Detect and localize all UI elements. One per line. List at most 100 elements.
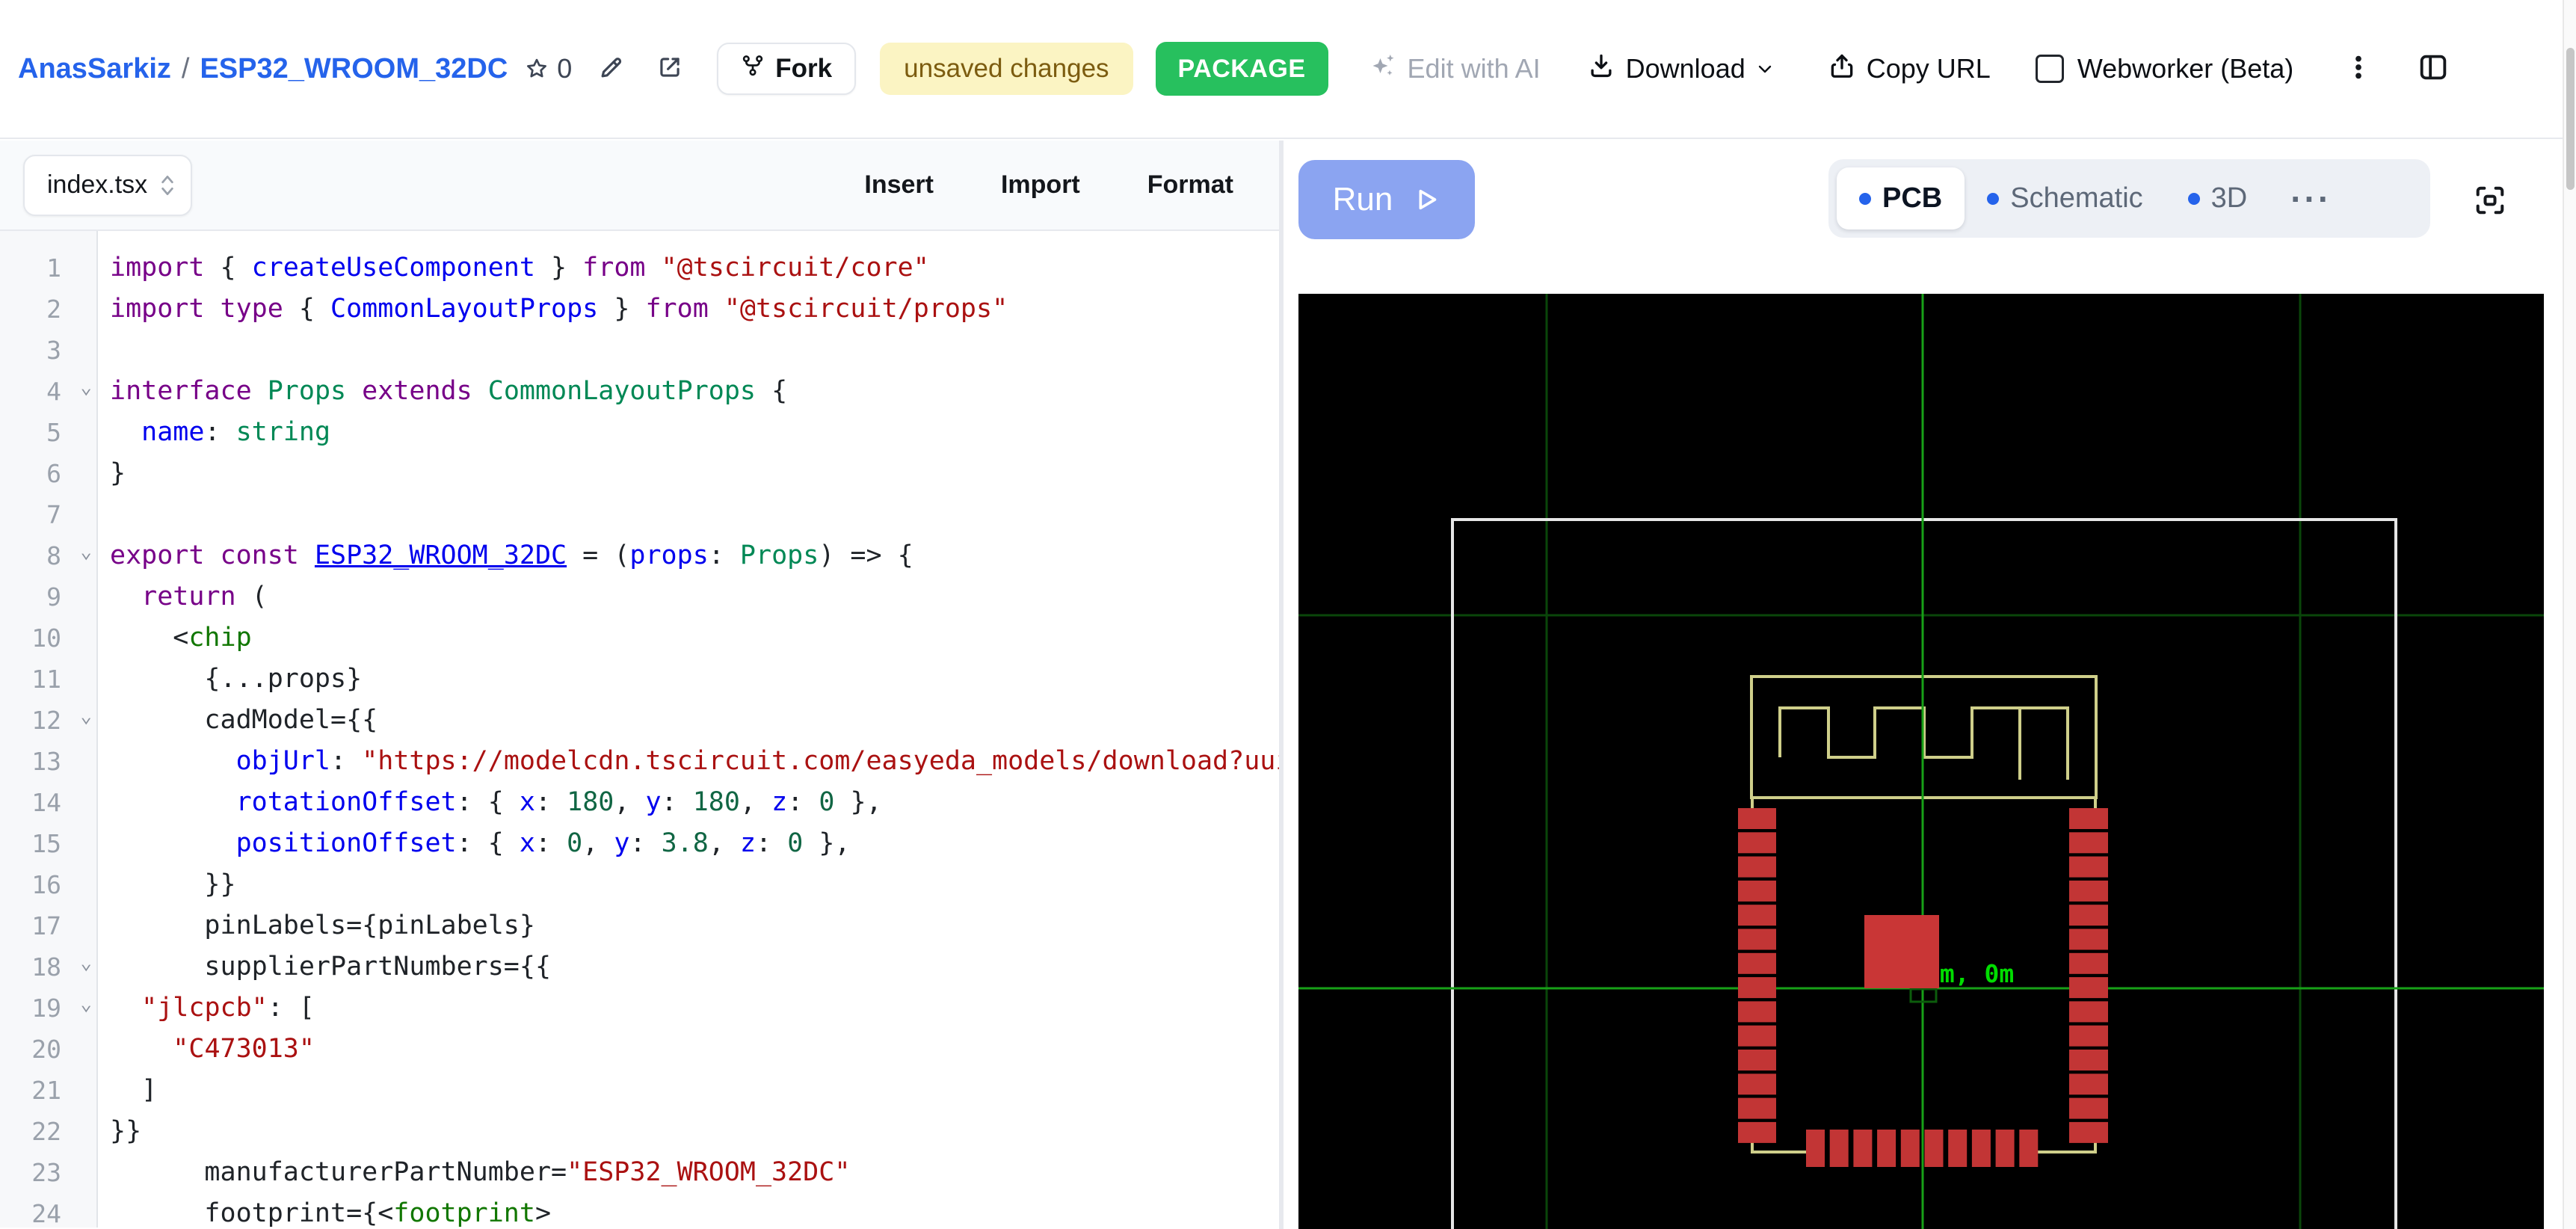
open-external-button[interactable] bbox=[656, 53, 684, 85]
fold-chevron-icon[interactable]: ⌄ bbox=[80, 994, 92, 1014]
pad-left bbox=[1738, 881, 1776, 902]
menu-format[interactable]: Format bbox=[1147, 170, 1233, 200]
line-number[interactable]: 11 bbox=[0, 659, 96, 700]
line-number[interactable]: 19⌄ bbox=[0, 988, 96, 1029]
run-button[interactable]: Run bbox=[1298, 160, 1475, 239]
code-line[interactable]: cadModel={{ bbox=[110, 700, 1279, 741]
fold-chevron-icon[interactable]: ⌄ bbox=[80, 542, 92, 561]
code-line[interactable]: ] bbox=[110, 1070, 1279, 1111]
copy-url-label: Copy URL bbox=[1867, 53, 1991, 84]
code-line[interactable]: positionOffset: { x: 0, y: 3.8, z: 0 }, bbox=[110, 823, 1279, 864]
pad-left bbox=[1738, 977, 1776, 998]
pcb-background bbox=[1298, 294, 2544, 1229]
line-number[interactable]: 20 bbox=[0, 1029, 96, 1070]
pad-right bbox=[2069, 1074, 2108, 1094]
pad-left bbox=[1738, 857, 1776, 878]
breadcrumb-owner-link[interactable]: AnasSarkiz bbox=[18, 53, 171, 85]
code-line[interactable]: <chip bbox=[110, 617, 1279, 659]
download-button[interactable]: Download bbox=[1587, 52, 1774, 87]
code-line[interactable]: }} bbox=[110, 864, 1279, 905]
tab-schematic[interactable]: Schematic bbox=[1965, 167, 2165, 230]
line-number[interactable]: 2 bbox=[0, 289, 96, 330]
line-number[interactable]: 10 bbox=[0, 617, 96, 659]
line-number[interactable]: 15 bbox=[0, 823, 96, 864]
line-number[interactable]: 1 bbox=[0, 247, 96, 289]
line-number[interactable]: 22 bbox=[0, 1111, 96, 1152]
fullscreen-button[interactable] bbox=[2473, 183, 2507, 221]
star-button[interactable]: 0 bbox=[524, 53, 572, 84]
tab-pcb[interactable]: PCB bbox=[1837, 167, 1965, 230]
pad-bottom bbox=[1877, 1130, 1896, 1167]
code-line[interactable]: return ( bbox=[110, 576, 1279, 617]
line-number[interactable]: 14 bbox=[0, 782, 96, 823]
code-line[interactable]: "C473013" bbox=[110, 1029, 1279, 1070]
pcb-canvas[interactable]: 0m, 0m bbox=[1298, 294, 2544, 1229]
toggle-sidebar-button[interactable] bbox=[2416, 50, 2450, 88]
line-number[interactable]: 7 bbox=[0, 494, 96, 535]
line-number[interactable]: 21 bbox=[0, 1070, 96, 1111]
pad-bottom bbox=[2019, 1130, 2038, 1167]
tab-label: 3D bbox=[2211, 182, 2248, 215]
code-line[interactable]: interface Props extends CommonLayoutProp… bbox=[110, 371, 1279, 412]
code-line[interactable] bbox=[110, 494, 1279, 535]
file-selector[interactable]: index.tsx bbox=[23, 155, 192, 216]
line-number[interactable]: 13 bbox=[0, 741, 96, 782]
preview-panel: Run PCB Schematic 3D ··· bbox=[1284, 141, 2563, 1229]
webworker-toggle[interactable]: Webworker (Beta) bbox=[2036, 53, 2293, 84]
pad-bottom bbox=[1830, 1130, 1849, 1167]
tab-label: PCB bbox=[1882, 182, 1942, 215]
menu-insert[interactable]: Insert bbox=[864, 170, 934, 200]
more-tabs-button[interactable]: ··· bbox=[2290, 179, 2332, 219]
page-scrollbar[interactable] bbox=[2563, 0, 2576, 1229]
tab-3d[interactable]: 3D bbox=[2166, 167, 2270, 230]
line-number[interactable]: 12⌄ bbox=[0, 700, 96, 741]
line-number[interactable]: 3 bbox=[0, 330, 96, 371]
line-number[interactable]: 8⌄ bbox=[0, 535, 96, 576]
line-number[interactable]: 16 bbox=[0, 864, 96, 905]
line-number[interactable]: 9 bbox=[0, 576, 96, 617]
fold-chevron-icon[interactable]: ⌄ bbox=[80, 378, 92, 397]
fullscreen-icon bbox=[2473, 183, 2507, 221]
code-line[interactable]: manufacturerPartNumber="ESP32_WROOM_32DC… bbox=[110, 1152, 1279, 1193]
code-lines[interactable]: import { createUseComponent } from "@tsc… bbox=[98, 231, 1279, 1228]
line-number[interactable]: 4⌄ bbox=[0, 371, 96, 412]
fold-chevron-icon[interactable]: ⌄ bbox=[80, 706, 92, 726]
webworker-checkbox[interactable] bbox=[2036, 55, 2064, 83]
fold-chevron-icon[interactable]: ⌄ bbox=[80, 953, 92, 973]
line-number[interactable]: 18⌄ bbox=[0, 946, 96, 988]
line-number[interactable]: 6 bbox=[0, 453, 96, 494]
code-line[interactable]: objUrl: "https://modelcdn.tscircuit.com/… bbox=[110, 741, 1279, 782]
code-area[interactable]: 1234⌄5678⌄9101112⌄131415161718⌄19⌄202122… bbox=[0, 231, 1279, 1228]
code-line[interactable]: }} bbox=[110, 1111, 1279, 1152]
edit-with-ai-button[interactable]: Edit with AI bbox=[1367, 51, 1541, 87]
code-line[interactable] bbox=[110, 330, 1279, 371]
line-number[interactable]: 24 bbox=[0, 1193, 96, 1228]
fork-button[interactable]: Fork bbox=[717, 43, 856, 95]
code-line[interactable]: supplierPartNumbers={{ bbox=[110, 946, 1279, 988]
code-line[interactable]: footprint={<footprint> bbox=[110, 1193, 1279, 1228]
scrollbar-thumb[interactable] bbox=[2566, 48, 2575, 190]
code-line[interactable]: rotationOffset: { x: 180, y: 180, z: 0 }… bbox=[110, 782, 1279, 823]
fork-label: Fork bbox=[775, 54, 832, 84]
menu-import[interactable]: Import bbox=[1001, 170, 1080, 200]
top-header: AnasSarkiz / ESP32_WROOM_32DC 0 bbox=[0, 0, 2576, 139]
breadcrumb-project-link[interactable]: ESP32_WROOM_32DC bbox=[200, 53, 508, 85]
pad-right bbox=[2069, 881, 2108, 902]
code-line[interactable]: "jlcpcb": [ bbox=[110, 988, 1279, 1029]
code-line[interactable]: pinLabels={pinLabels} bbox=[110, 905, 1279, 946]
code-line[interactable]: {...props} bbox=[110, 659, 1279, 700]
code-line[interactable]: import { createUseComponent } from "@tsc… bbox=[110, 247, 1279, 289]
line-number[interactable]: 23 bbox=[0, 1152, 96, 1193]
pad-right bbox=[2069, 808, 2108, 829]
code-line[interactable]: } bbox=[110, 453, 1279, 494]
line-number[interactable]: 5 bbox=[0, 412, 96, 453]
code-line[interactable]: name: string bbox=[110, 412, 1279, 453]
more-options-button[interactable] bbox=[2343, 52, 2374, 87]
line-number[interactable]: 17 bbox=[0, 905, 96, 946]
code-line[interactable]: import type { CommonLayoutProps } from "… bbox=[110, 289, 1279, 330]
copy-url-button[interactable]: Copy URL bbox=[1828, 52, 1991, 87]
pad-bottom bbox=[1901, 1130, 1920, 1167]
sparkles-icon bbox=[1367, 51, 1397, 87]
code-line[interactable]: export const ESP32_WROOM_32DC = (props: … bbox=[110, 535, 1279, 576]
rename-button[interactable] bbox=[597, 53, 626, 85]
